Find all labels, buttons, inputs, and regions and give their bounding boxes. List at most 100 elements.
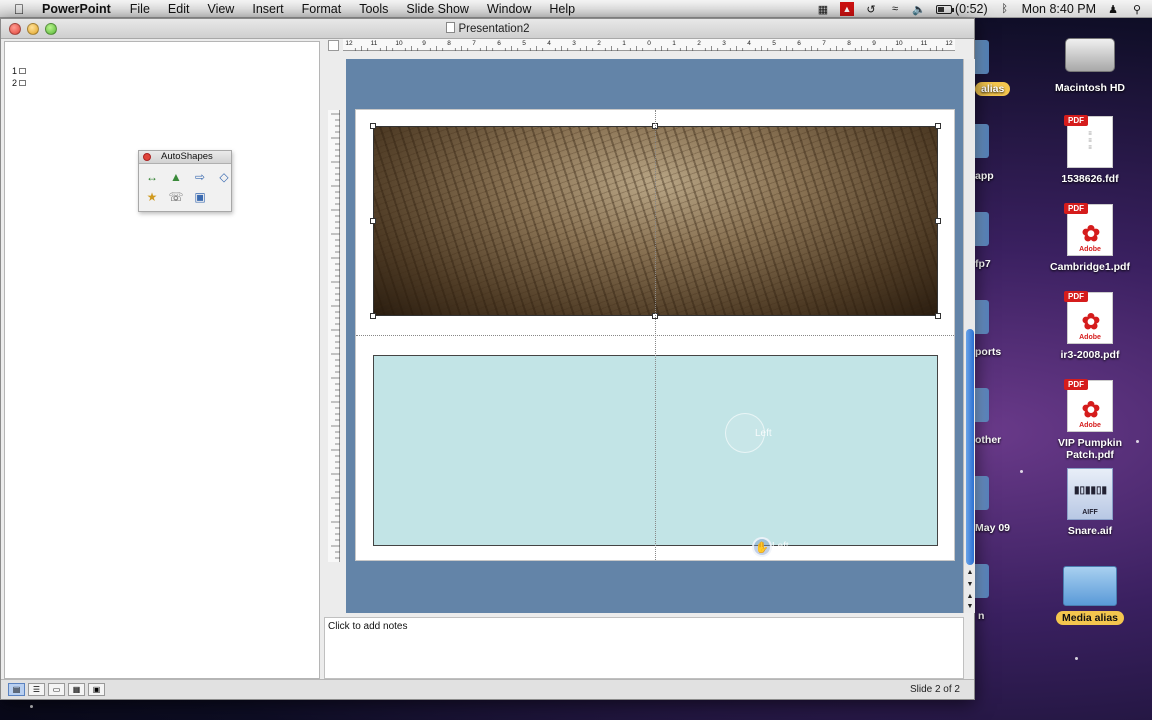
partial-folder-icon[interactable] — [975, 300, 989, 334]
vertical-guide[interactable] — [655, 110, 656, 560]
partial-folder-icon[interactable] — [975, 388, 989, 422]
ruler-tick-label: 3 — [722, 40, 726, 47]
vertical-ruler-ticks — [331, 113, 340, 559]
ruler-tick-label: 9 — [872, 40, 876, 47]
basic-shapes-icon[interactable]: ▲ — [166, 168, 186, 186]
ruler-tick-label: 1 — [672, 40, 676, 47]
hand-cursor-icon: ✋ — [752, 537, 772, 557]
scroll-down-arrow-icon[interactable]: ▼ — [965, 581, 975, 588]
menu-insert[interactable]: Insert — [243, 2, 292, 16]
partial-label-fp7[interactable]: fp7 — [975, 258, 991, 270]
resize-handle[interactable] — [370, 123, 376, 129]
stars-banners-icon[interactable]: ★ — [142, 188, 162, 206]
desktop-item-1538626-fdf[interactable]: PDF ≡ ≡ ≡ 1538626.fdf — [1042, 115, 1138, 185]
resize-handle[interactable] — [935, 218, 941, 224]
spotlight-icon[interactable]: ⚲ — [1130, 2, 1144, 16]
outline-view-button[interactable]: ☰ — [28, 683, 45, 696]
palette-close-button[interactable] — [143, 153, 151, 161]
partial-label-app[interactable]: app — [975, 170, 994, 182]
app-menu[interactable]: PowerPoint — [38, 2, 121, 16]
battery-status[interactable]: (0:52) — [936, 2, 988, 16]
normal-view-button[interactable]: ▤ — [8, 683, 25, 696]
palette-titlebar[interactable]: AutoShapes — [139, 151, 231, 164]
slide-show-view-button[interactable]: ▣ — [88, 683, 105, 696]
slide-sorter-view-button[interactable]: ▦ — [68, 683, 85, 696]
block-arrows-icon[interactable]: ⇨ — [190, 168, 210, 186]
partial-label-alias[interactable]: alias — [975, 82, 1011, 96]
scroll-up-arrow-icon[interactable]: ▲ — [965, 569, 975, 576]
lines-icon[interactable]: ↔ — [142, 168, 162, 186]
horizontal-ruler[interactable]: 12 11 10 9 8 7 6 5 4 3 2 1 0 1 2 3 4 5 6 7 8 9 10 11 12 — [343, 39, 955, 51]
scrollbar-thumb[interactable] — [966, 329, 974, 565]
next-slide-icon[interactable]: ▼ — [965, 603, 975, 610]
ruler-tick-label: 6 — [797, 40, 801, 47]
desktop-item-label: Snare.aif — [1067, 525, 1113, 537]
pdf-badge: PDF — [1064, 115, 1088, 126]
menu-clock[interactable]: Mon 8:40 PM — [1022, 2, 1096, 16]
menu-help[interactable]: Help — [540, 2, 584, 16]
bluetooth-icon[interactable]: ᛒ — [998, 2, 1012, 16]
partial-folder-icon[interactable] — [975, 476, 989, 510]
desktop-item-macintosh-hd[interactable]: Macintosh HD — [1042, 26, 1138, 94]
flowchart-icon[interactable]: ◇ — [214, 168, 234, 186]
resize-handle[interactable] — [935, 123, 941, 129]
wifi-icon[interactable]: ≈ — [888, 2, 902, 16]
menu-window[interactable]: Window — [478, 2, 540, 16]
partial-label-ports[interactable]: ports — [975, 346, 1001, 358]
menu-tools[interactable]: Tools — [350, 2, 397, 16]
outline-slide-1[interactable]: 1 — [12, 66, 27, 76]
partial-label-other[interactable]: other — [975, 434, 1001, 446]
slide-canvas[interactable]: Left Left ✋ — [355, 109, 955, 561]
star-decoration — [30, 705, 33, 708]
menu-format[interactable]: Format — [293, 2, 351, 16]
desktop-item-media-alias[interactable]: Media alias — [1042, 556, 1138, 625]
outline-pane[interactable]: 1 2 — [4, 41, 320, 679]
partial-app-icon[interactable] — [975, 124, 989, 158]
palette-title: AutoShapes — [161, 151, 213, 162]
user-icon[interactable]: ♟ — [1106, 2, 1120, 16]
notes-pane[interactable]: Click to add notes — [324, 617, 964, 679]
apple-menu-icon[interactable]:  — [0, 1, 38, 17]
outline-slide-2[interactable]: 2 — [12, 78, 27, 88]
partial-label-n[interactable]: n — [978, 610, 984, 622]
vertical-scrollbar[interactable]: ▲ ▼ ▲ ▼ — [963, 59, 975, 613]
menu-extras: ▦ ▲ ↺ ≈ 🔈 (0:52) ᛒ Mon 8:40 PM ♟ ⚲ — [816, 0, 1144, 18]
menu-file[interactable]: File — [121, 2, 159, 16]
autoshapes-palette[interactable]: AutoShapes ↔ ▲ ⇨ ◇ ★ ☏ ▣ — [138, 150, 232, 212]
slide-count: Slide 2 of 2 — [909, 684, 960, 695]
callouts-icon[interactable]: ☏ — [166, 188, 186, 206]
action-buttons-icon[interactable]: ▣ — [190, 188, 210, 206]
previous-slide-icon[interactable]: ▲ — [965, 593, 975, 600]
menu-bar:  PowerPoint File Edit View Insert Forma… — [0, 0, 1152, 18]
partial-label-may09[interactable]: May 09 — [975, 522, 1010, 534]
slide-editing-area[interactable]: Left Left ✋ — [346, 59, 964, 613]
resize-handle[interactable] — [370, 313, 376, 319]
ruler-tick-label: 0 — [647, 40, 651, 47]
menu-view[interactable]: View — [198, 2, 243, 16]
resize-handle[interactable] — [935, 313, 941, 319]
partial-folder-icon[interactable] — [975, 564, 989, 598]
partial-folder-icon[interactable] — [975, 40, 989, 74]
notes-placeholder: Click to add notes — [328, 621, 408, 632]
menu-edit[interactable]: Edit — [159, 2, 199, 16]
menu-slide-show[interactable]: Slide Show — [397, 2, 478, 16]
page-view-button[interactable]: ▭ — [48, 683, 65, 696]
window-titlebar[interactable]: Presentation2 — [1, 19, 974, 39]
volume-icon[interactable]: 🔈 — [912, 2, 926, 16]
pdf-badge: PDF — [1064, 203, 1088, 214]
adobe-icon[interactable]: ▲ — [840, 2, 854, 16]
document-proxy-icon[interactable] — [445, 22, 455, 33]
desktop-item-vip-pumpkin-patch-pdf[interactable]: PDF ✿ Adobe VIP Pumpkin Patch.pdf — [1042, 379, 1138, 461]
pdf-document-icon: PDF ✿ Adobe — [1064, 203, 1113, 256]
desktop-item-cambridge1-pdf[interactable]: PDF ✿ Adobe Cambridge1.pdf — [1042, 203, 1138, 273]
time-machine-icon[interactable]: ↺ — [864, 2, 878, 16]
outline-slide-number: 2 — [12, 78, 18, 88]
vertical-ruler[interactable] — [328, 110, 340, 562]
partial-file-icon[interactable] — [975, 212, 989, 246]
desktop-item-ir3-2008-pdf[interactable]: PDF ✿ Adobe ir3-2008.pdf — [1042, 291, 1138, 361]
grid-icon[interactable]: ▦ — [816, 2, 830, 16]
resize-handle[interactable] — [370, 218, 376, 224]
ruler-tick-label: 7 — [472, 40, 476, 47]
ruler-tick-label: 4 — [547, 40, 551, 47]
desktop-item-snare-aif[interactable]: ▮▯▮▮▯▮ AIFF Snare.aif — [1042, 468, 1138, 537]
